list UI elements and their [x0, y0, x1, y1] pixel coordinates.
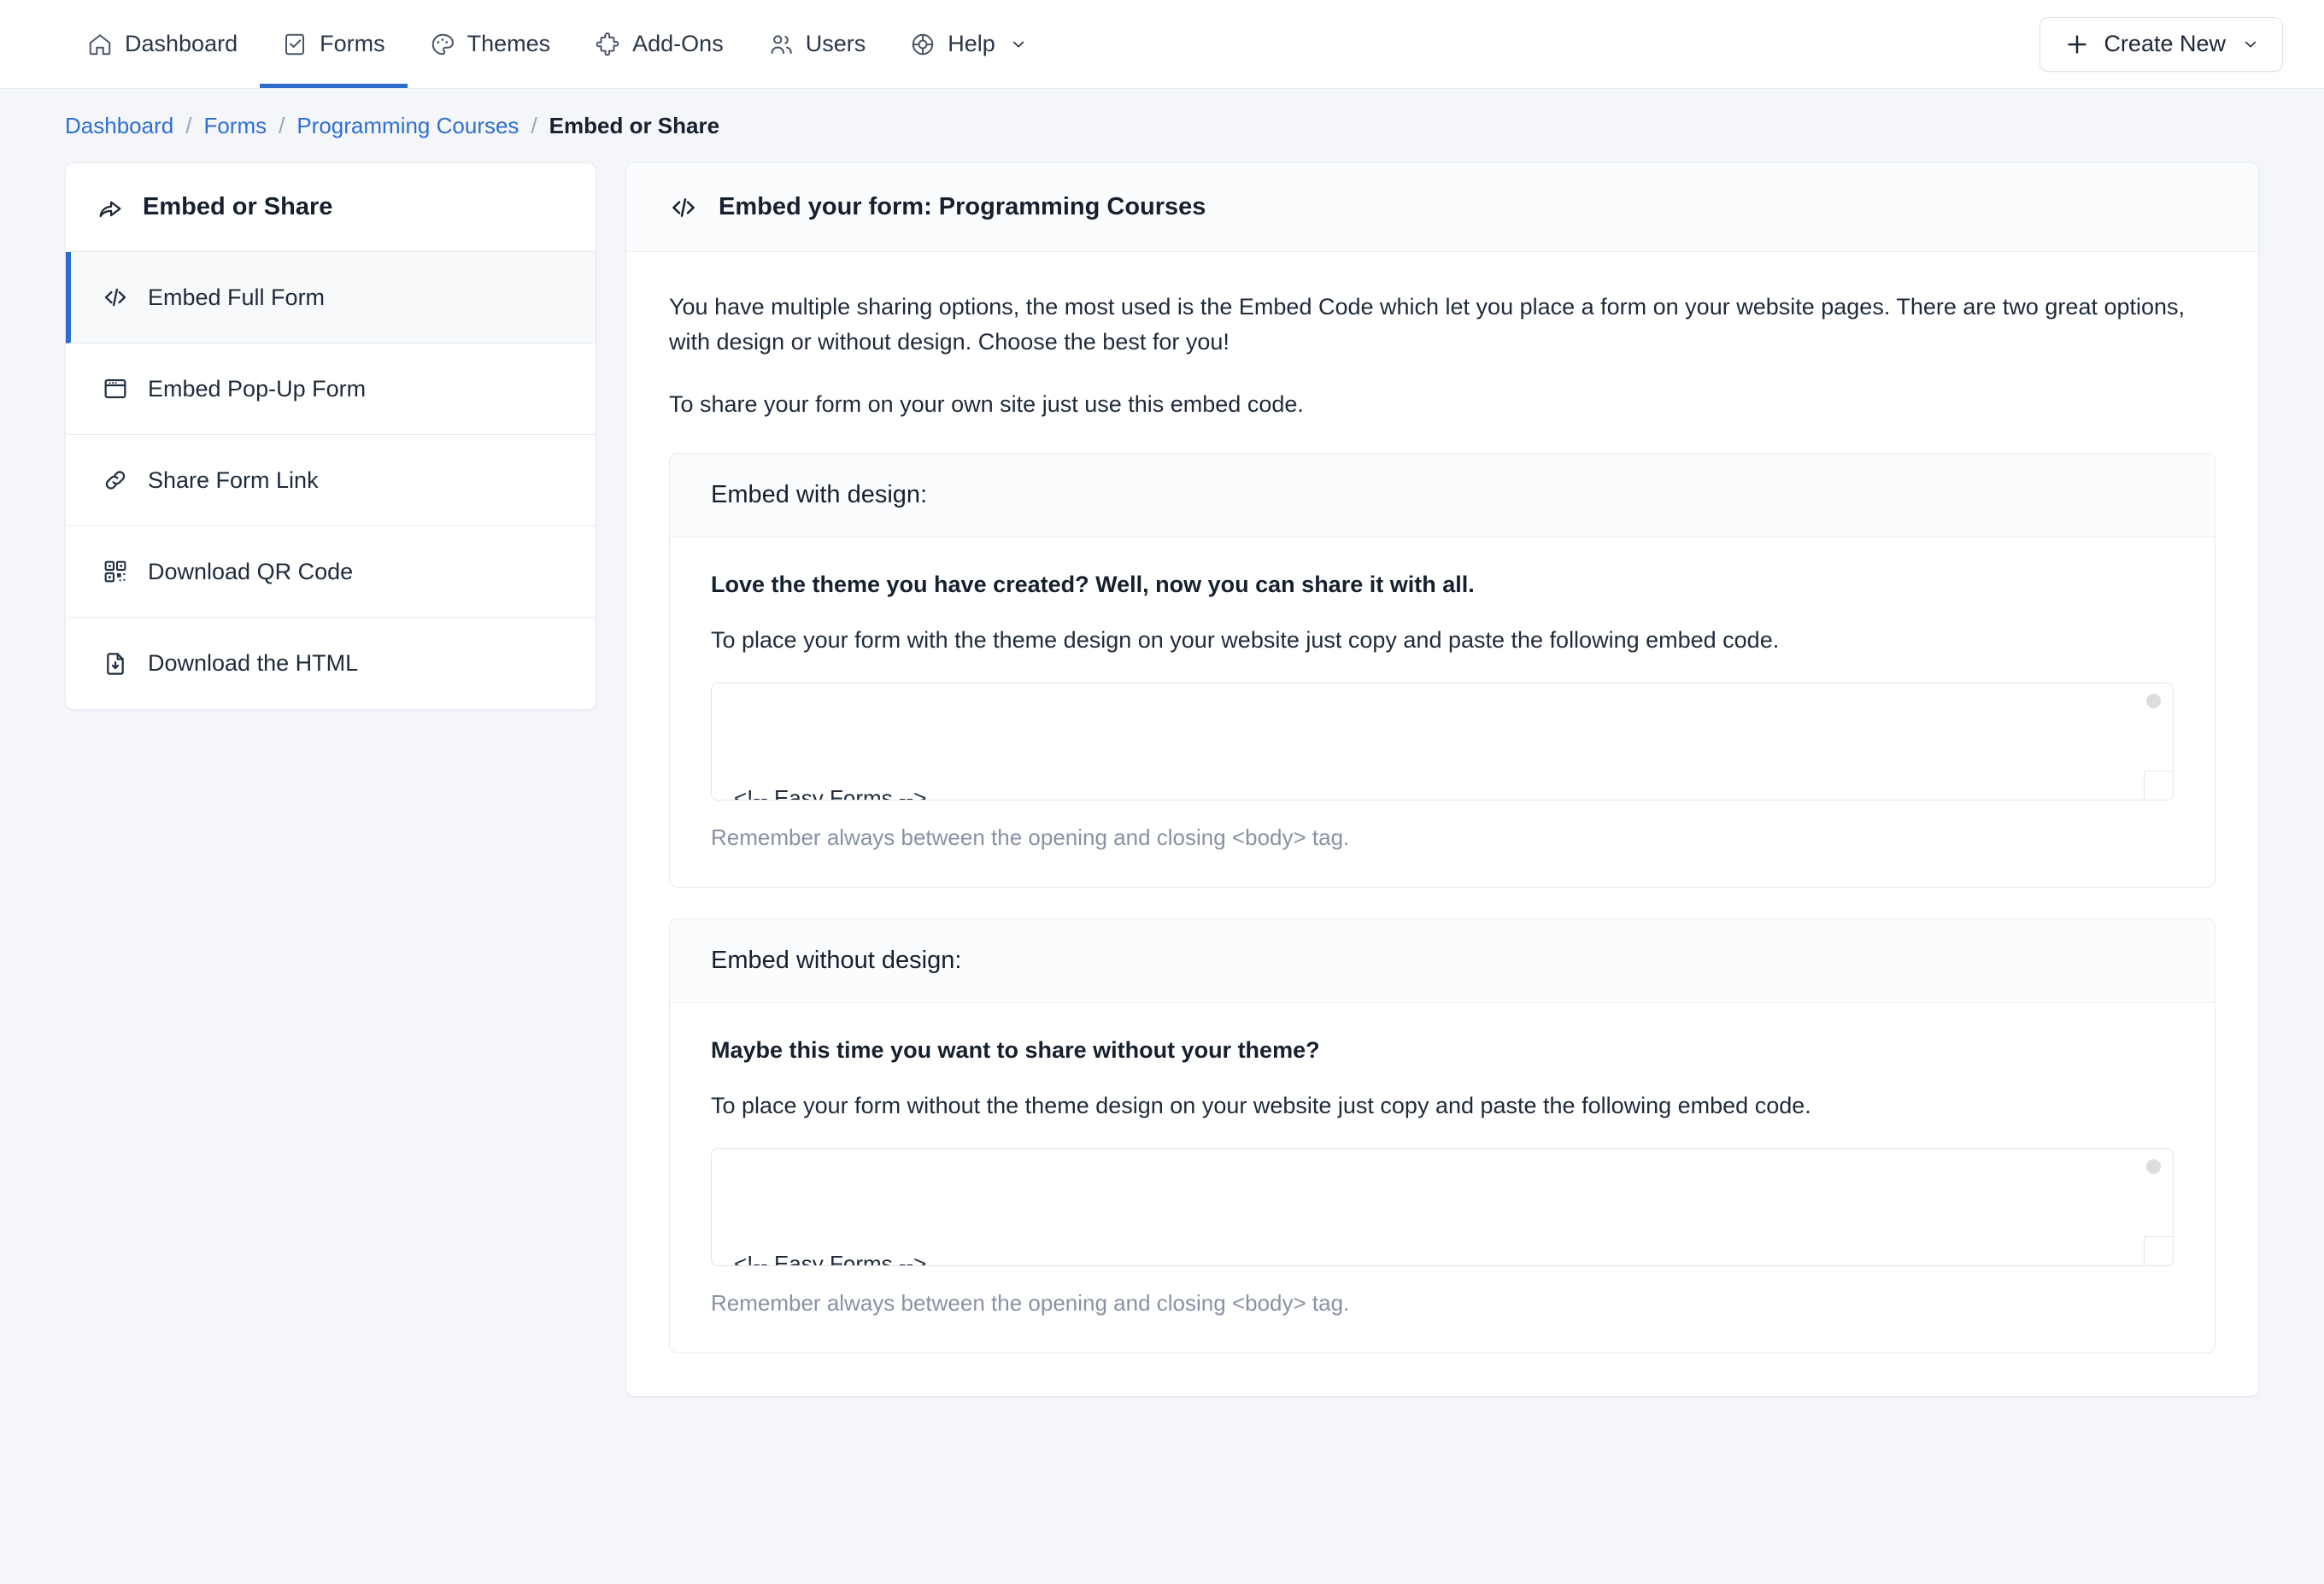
create-new-label: Create New — [2104, 31, 2226, 57]
sidebar-item-embed-full-form[interactable]: Embed Full Form — [66, 252, 596, 343]
file-download-icon — [102, 650, 129, 678]
sidebar-item-label: Download the HTML — [148, 650, 358, 677]
share-arrow-icon — [97, 194, 124, 221]
nav-items: Dashboard Forms Themes Add-Ons Users — [65, 0, 1048, 88]
nav-item-themes[interactable]: Themes — [408, 0, 573, 88]
create-new-button[interactable]: Create New — [2039, 17, 2283, 72]
sidebar-item-label: Embed Full Form — [148, 285, 325, 311]
embed-without-design-description: To place your form without the theme des… — [711, 1093, 2174, 1119]
chevron-down-icon — [2239, 37, 2258, 52]
nav-item-users[interactable]: Users — [746, 0, 889, 88]
embed-without-design-card: Embed without design: Maybe this time yo… — [669, 918, 2215, 1353]
nav-item-label: Forms — [320, 31, 385, 57]
panel-body: You have multiple sharing options, the m… — [626, 252, 2258, 1396]
panel-title: Embed your form: Programming Courses — [719, 193, 1206, 221]
embed-with-design-note: Remember always between the opening and … — [711, 824, 2174, 851]
code-tag-icon — [102, 284, 129, 311]
embed-without-design-code-textarea[interactable]: <!-- Easy Forms --> <div id="c9"> Fill o… — [711, 1148, 2174, 1266]
breadcrumb-separator: / — [185, 113, 191, 139]
sidebar-title-label: Embed or Share — [143, 193, 332, 221]
intro-secondary-paragraph: To share your form on your own site just… — [669, 387, 2215, 422]
nav-item-label: Help — [948, 31, 995, 57]
embed-with-design-lead: Love the theme you have created? Well, n… — [711, 572, 2174, 598]
intro-paragraph: You have multiple sharing options, the m… — [669, 290, 2215, 360]
embed-form-panel: Embed your form: Programming Courses You… — [625, 162, 2259, 1397]
embed-without-design-heading: Embed without design: — [670, 919, 2215, 1003]
embed-without-design-body: Maybe this time you want to share withou… — [670, 1003, 2215, 1352]
breadcrumb-separator: / — [531, 113, 537, 139]
nav-item-label: Add-Ons — [632, 31, 724, 57]
window-popup-icon — [102, 375, 129, 402]
help-circle-icon — [910, 32, 936, 57]
panel-header: Embed your form: Programming Courses — [626, 163, 2258, 252]
sidebar-item-label: Embed Pop-Up Form — [148, 376, 366, 402]
sidebar-item-label: Download QR Code — [148, 559, 353, 585]
nav-item-add-ons[interactable]: Add-Ons — [572, 0, 746, 88]
topbar-spacer — [1048, 0, 2040, 88]
embed-or-share-sidebar: Embed or Share Embed Full Form Embed Pop… — [65, 162, 596, 710]
embed-with-design-description: To place your form with the theme design… — [711, 627, 2174, 654]
breadcrumb-separator: / — [279, 113, 285, 139]
breadcrumb-item-current: Embed or Share — [549, 113, 719, 139]
embed-with-design-code-textarea[interactable]: <!-- Easy Forms --> <div id="c9"> Fill o… — [711, 683, 2174, 801]
code-line: <!-- Easy Forms --> — [734, 778, 2151, 801]
puzzle-icon — [595, 32, 620, 57]
breadcrumb-item-dashboard[interactable]: Dashboard — [65, 113, 173, 139]
palette-icon — [430, 32, 455, 57]
sidebar-item-share-form-link[interactable]: Share Form Link — [66, 435, 596, 526]
embed-with-design-heading: Embed with design: — [670, 454, 2215, 537]
top-navigation-bar: Dashboard Forms Themes Add-Ons Users — [0, 0, 2324, 89]
sidebar-title: Embed or Share — [66, 163, 596, 252]
sidebar-item-download-the-html[interactable]: Download the HTML — [66, 618, 596, 709]
nav-item-dashboard[interactable]: Dashboard — [65, 0, 260, 88]
users-icon — [768, 32, 794, 57]
breadcrumb: Dashboard / Forms / Programming Courses … — [0, 89, 2324, 162]
nav-item-label: Users — [806, 31, 866, 57]
qr-code-icon — [102, 558, 129, 585]
home-icon — [87, 32, 113, 57]
embed-with-design-body: Love the theme you have created? Well, n… — [670, 537, 2215, 887]
nav-item-label: Themes — [467, 31, 551, 57]
textarea-resize-handle[interactable] — [2144, 1236, 2173, 1265]
nav-item-forms[interactable]: Forms — [260, 0, 408, 88]
checklist-icon — [282, 32, 308, 57]
plus-icon — [2064, 32, 2090, 57]
textarea-resize-handle[interactable] — [2144, 771, 2173, 800]
code-tag-icon — [669, 193, 698, 222]
code-scrollbar-thumb[interactable] — [2146, 1159, 2161, 1174]
sidebar-item-label: Share Form Link — [148, 467, 319, 494]
sidebar-item-download-qr-code[interactable]: Download QR Code — [66, 526, 596, 618]
code-scrollbar-thumb[interactable] — [2146, 694, 2161, 708]
chevron-down-icon — [1007, 37, 1026, 52]
nav-item-help[interactable]: Help — [888, 0, 1048, 88]
sidebar-item-embed-pop-up-form[interactable]: Embed Pop-Up Form — [66, 343, 596, 435]
embed-without-design-lead: Maybe this time you want to share withou… — [711, 1037, 2174, 1064]
nav-item-label: Dashboard — [125, 31, 238, 57]
code-line: <!-- Easy Forms --> — [734, 1244, 2151, 1266]
breadcrumb-item-forms[interactable]: Forms — [203, 113, 267, 139]
embed-without-design-note: Remember always between the opening and … — [711, 1290, 2174, 1317]
embed-with-design-card: Embed with design: Love the theme you ha… — [669, 453, 2215, 888]
link-icon — [102, 466, 129, 494]
page-layout: Embed or Share Embed Full Form Embed Pop… — [0, 162, 2324, 1448]
breadcrumb-item-programming-courses[interactable]: Programming Courses — [296, 113, 519, 139]
